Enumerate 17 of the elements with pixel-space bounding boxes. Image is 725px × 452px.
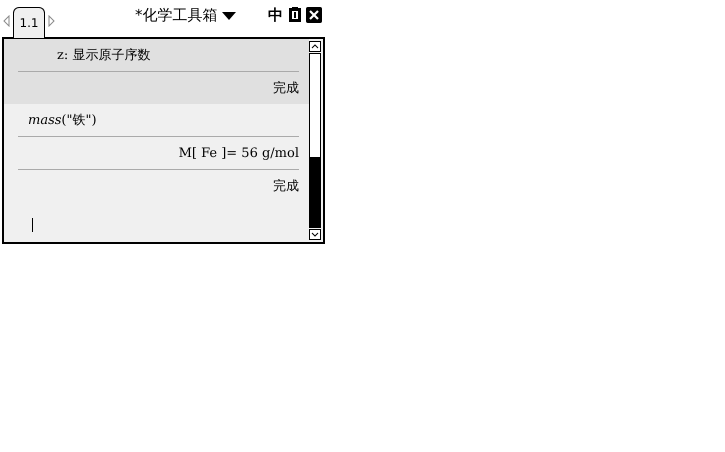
input-expression: mass("铁") — [28, 112, 97, 129]
close-icon[interactable] — [306, 7, 322, 23]
output-result: 完成 — [273, 80, 299, 97]
page-tab[interactable]: 1.1 — [13, 7, 45, 38]
text-cursor — [32, 218, 33, 232]
input-expression: z: 显示原子序数 — [57, 47, 150, 64]
battery-icon — [287, 7, 303, 23]
tab-right-arrow-icon[interactable] — [47, 15, 55, 27]
scroll-up-icon[interactable] — [309, 41, 321, 52]
dropdown-caret-icon[interactable] — [222, 12, 236, 20]
output-result: 完成 — [273, 178, 299, 195]
scroll-down-icon[interactable] — [309, 229, 321, 240]
scrollbar-thumb[interactable] — [310, 157, 320, 227]
input-language: 中 — [268, 6, 283, 25]
output-result: M[ Fe ]= 56 g/mol — [178, 146, 299, 160]
tab-left-arrow-icon[interactable] — [3, 15, 11, 27]
document-title: *化学工具箱 — [135, 6, 218, 25]
